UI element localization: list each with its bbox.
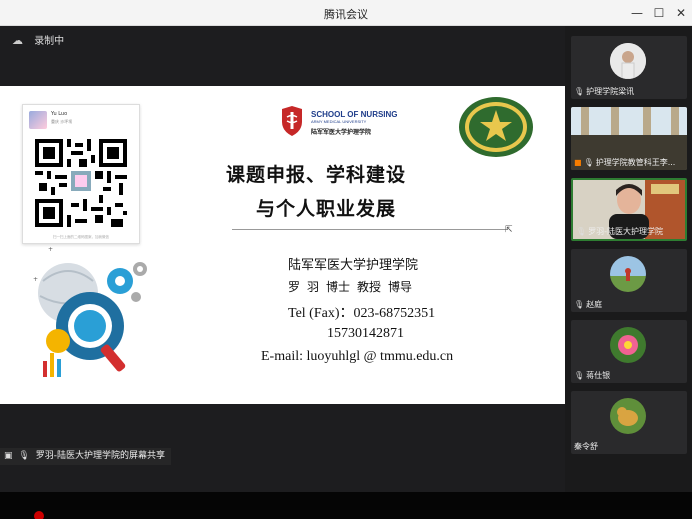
recording-label: 录制中 [34, 36, 65, 47]
presenter-tel: Tel (Fax)：023-68752351 [288, 306, 436, 321]
qr-card-location: 重庆 沙坪坝 [51, 119, 73, 124]
title-divider [232, 229, 508, 230]
wechat-qr-card: Yu Luo 重庆 沙坪坝 扫一扫上面的二维码图案，加我微信 [22, 104, 140, 244]
presenter-organization: 陆军军医大学护理学院 [288, 257, 419, 272]
title-bar: 腾讯会议 — ☐ ✕ [0, 0, 692, 26]
presenter-name-title: 罗 羽 博士 教授 博导 [288, 280, 413, 294]
window-title: 腾讯会议 [324, 8, 368, 21]
microphone-muted-icon: 🎙 [574, 300, 585, 309]
participant-tile[interactable]: 🎙 护理学院梁讯 [571, 36, 687, 99]
participant-tile[interactable]: 🎙 蒋仕银 [571, 320, 687, 383]
avatar [610, 43, 646, 79]
participant-name: 🎙 蒋仕银 [574, 371, 611, 380]
avatar [610, 256, 646, 292]
university-emblem [459, 97, 533, 157]
microphone-muted-icon: 🎙 [574, 371, 585, 380]
recording-dot-icon [34, 511, 44, 519]
school-name-cn: 陆军军医大学护理学院 [311, 129, 372, 136]
school-university-en: ARMY MEDICAL UNIVERSITY [311, 119, 367, 124]
participant-name: 🎙 赵庭 [574, 300, 603, 309]
bottom-toolbar [0, 492, 692, 519]
microphone-icon: 🎙 [576, 227, 587, 236]
participants-panel: 🎙 护理学院梁讯 ■ 🎙 护理学院教管科王李... 🎙 罗羽-陆医大护理学院 🎙… [565, 26, 692, 492]
participant-tile-active-speaker[interactable]: 🎙 罗羽-陆医大护理学院 [571, 178, 687, 241]
participant-tile[interactable]: ■ 🎙 护理学院教管科王李... [571, 107, 687, 170]
mouse-cursor-icon: ⇱ [505, 225, 513, 235]
participant-name: 秦令舒 [574, 442, 598, 451]
participant-name: 🎙 护理学院梁讯 [574, 87, 635, 96]
participant-name: ■ 🎙 护理学院教管科王李... [574, 158, 676, 167]
meeting-window: 腾讯会议 — ☐ ✕ ☁ 录制中 Yu Luo 重庆 沙坪坝 扫一扫上面的二维码… [0, 0, 692, 519]
svg-text:+: + [48, 246, 53, 253]
school-shield-logo [282, 106, 302, 136]
minimize-button[interactable]: — [626, 3, 648, 23]
cloud-recording-icon: ☁ [12, 34, 23, 47]
qr-card-name: Yu Luo [51, 111, 68, 117]
gears-magnifier-illustration: + + [33, 246, 147, 377]
participant-name: 🎙 罗羽-陆医大护理学院 [576, 227, 664, 236]
recording-indicator[interactable]: ☁ 录制中 [12, 32, 64, 47]
presentation-slide: Yu Luo 重庆 沙坪坝 扫一扫上面的二维码图案，加我微信 SCHOOL OF… [0, 86, 565, 404]
user-icon: ■ [574, 158, 582, 167]
participant-tile[interactable]: 🎙 赵庭 [571, 249, 687, 312]
close-button[interactable]: ✕ [670, 3, 692, 23]
avatar [610, 398, 646, 434]
microphone-icon: 🎙 [18, 451, 30, 461]
avatar [610, 327, 646, 363]
microphone-muted-icon: 🎙 [574, 87, 585, 96]
microphone-icon: 🎙 [583, 158, 594, 167]
participant-tile[interactable]: 秦令舒 [571, 391, 687, 454]
school-name-en: SCHOOL OF NURSING [311, 110, 398, 119]
maximize-button[interactable]: ☐ [648, 3, 670, 23]
screen-share-icon: ▣ [4, 451, 13, 461]
screen-share-label: ▣ 🎙 罗羽-陆医大护理学院的屏幕共享 [0, 448, 171, 465]
presenter-mobile: 15730142871 [327, 326, 404, 341]
qr-card-hint: 扫一扫上面的二维码图案，加我微信 [53, 235, 109, 239]
qr-code-image [35, 139, 127, 227]
slide-title-line1: 课题申报、学科建设 [226, 164, 407, 186]
screen-share-label-text: 罗羽-陆医大护理学院的屏幕共享 [35, 451, 165, 461]
presenter-email: E-mail: luoyuhlgl @ tmmu.edu.cn [261, 349, 454, 364]
svg-text:+: + [33, 276, 38, 283]
avatar [29, 111, 47, 129]
slide-title-line2: 与个人职业发展 [256, 198, 397, 220]
